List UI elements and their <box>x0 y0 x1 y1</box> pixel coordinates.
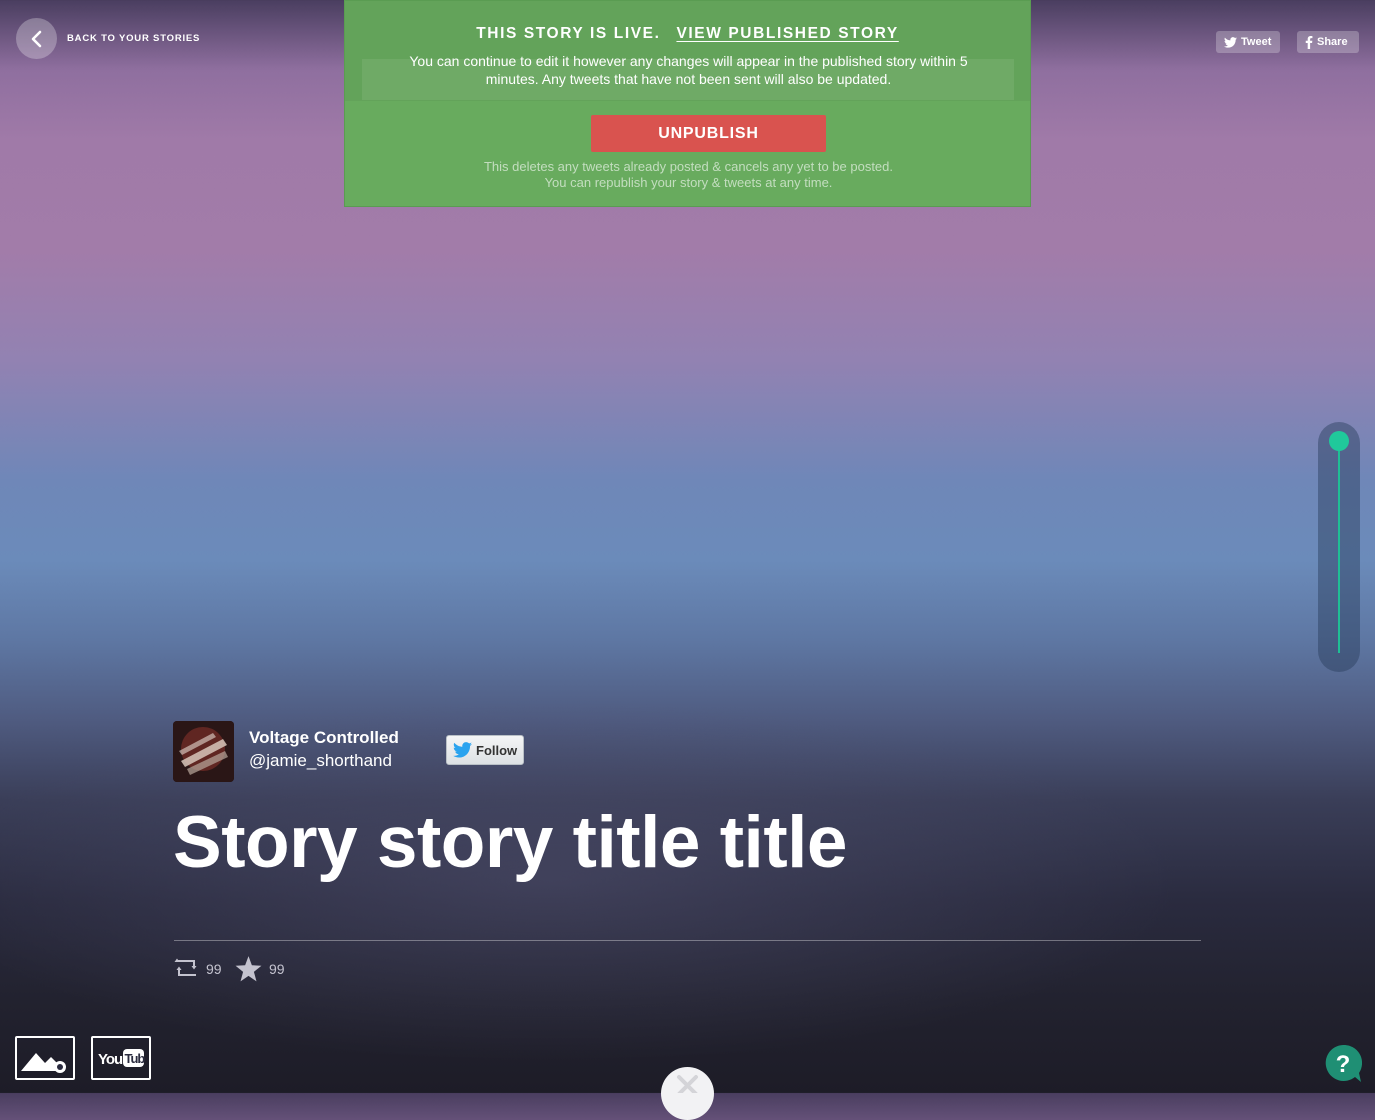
banner-message: You can continue to edit it however any … <box>409 53 968 87</box>
favorite-count: 99 <box>269 961 285 977</box>
view-published-story-link[interactable]: VIEW PUBLISHED STORY <box>676 25 898 42</box>
unpublish-note-line-2: You can republish your story & tweets at… <box>544 175 833 190</box>
svg-text:Tube: Tube <box>125 1051 146 1066</box>
unpublish-note-line-1: This deletes any tweets already posted &… <box>483 159 894 174</box>
author-name: Voltage Controlled <box>249 728 399 747</box>
retweet-count: 99 <box>206 961 222 977</box>
tweet-button[interactable]: Tweet <box>1216 31 1280 53</box>
facebook-share-button[interactable]: Share <box>1297 31 1359 53</box>
add-image-button[interactable] <box>15 1036 75 1080</box>
question-icon: ? <box>1325 1044 1363 1082</box>
scroll-progress-line <box>1338 445 1340 653</box>
youtube-icon: You Tube <box>98 1049 146 1068</box>
twitter-bird-icon <box>1224 36 1237 48</box>
share-label: Share <box>1317 36 1348 48</box>
banner-title: THIS STORY IS LIVE. VIEW PUBLISHED STORY <box>345 25 1030 43</box>
avatar <box>173 721 234 782</box>
back-button[interactable] <box>16 18 57 59</box>
publish-status-banner: THIS STORY IS LIVE. VIEW PUBLISHED STORY… <box>344 0 1031 207</box>
story-title[interactable]: Story story title title <box>173 801 848 884</box>
tweet-label: Tweet <box>1241 36 1272 48</box>
unpublish-button[interactable]: UNPUBLISH <box>591 115 826 152</box>
facebook-f-icon <box>1305 35 1313 49</box>
svg-text:You: You <box>98 1051 123 1068</box>
help-button[interactable]: ? <box>1325 1044 1363 1082</box>
next-section-button[interactable] <box>661 1067 714 1120</box>
title-divider <box>174 940 1201 941</box>
live-status-text: THIS STORY IS LIVE. <box>476 25 661 42</box>
close-x-icon <box>677 1075 698 1093</box>
follow-button[interactable]: Follow <box>446 735 524 765</box>
author-handle[interactable]: @jamie_shorthand <box>249 751 392 771</box>
star-icon[interactable] <box>235 956 262 982</box>
add-youtube-button[interactable]: You Tube <box>91 1036 151 1080</box>
retweet-icon[interactable] <box>174 957 199 979</box>
twitter-bird-icon <box>453 742 472 758</box>
unpublish-note: This deletes any tweets already posted &… <box>385 159 992 191</box>
back-to-stories-link[interactable]: BACK TO YOUR STORIES <box>67 33 200 44</box>
mountain-image-icon <box>21 1053 66 1073</box>
scroll-progress-knob[interactable] <box>1329 431 1349 451</box>
avatar-image <box>173 721 234 782</box>
follow-label: Follow <box>476 742 518 758</box>
help-label: ? <box>1336 1051 1351 1078</box>
chevron-left-icon <box>31 30 41 47</box>
